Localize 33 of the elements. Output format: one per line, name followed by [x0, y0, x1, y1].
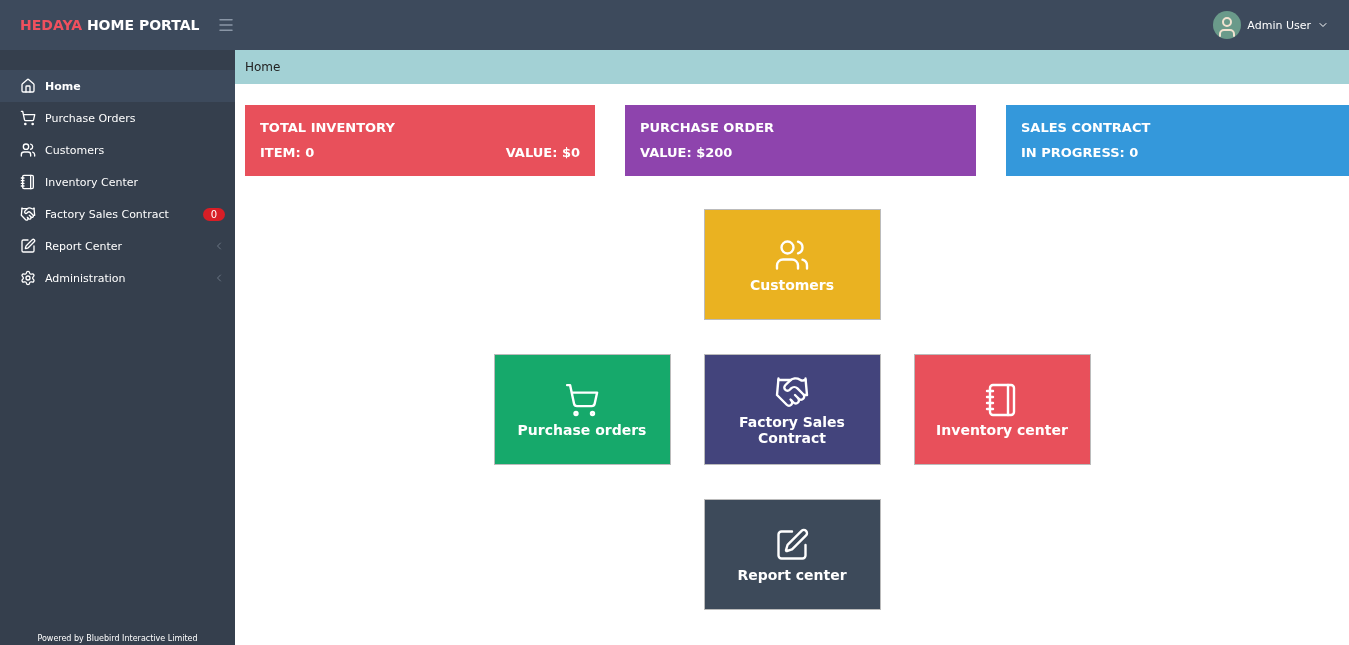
settings-icon — [20, 270, 36, 286]
stat-title: SALES CONTRACT — [1021, 120, 1152, 135]
nav-tile[interactable]: Inventory center — [913, 354, 1091, 465]
sidebar-item[interactable]: Customers — [0, 134, 235, 166]
stat-value: IN PROGRESS: 0 — [1021, 145, 1139, 160]
avatar-icon — [1213, 11, 1242, 39]
stat-title: TOTAL INVENTORY — [260, 120, 396, 135]
cart-icon — [564, 381, 600, 418]
users-icon — [20, 142, 36, 158]
stat-value: VALUE: $0 — [505, 145, 580, 160]
stat-value: VALUE: $200 — [640, 145, 733, 160]
stat-title: PURCHASE ORDER — [640, 120, 776, 135]
sidebar-item[interactable]: Inventory Center — [0, 166, 235, 198]
nav-tile[interactable]: Factory Sales Contract — [703, 354, 881, 465]
handshake-icon — [20, 206, 36, 222]
cart-icon — [20, 110, 36, 126]
sidebar-item[interactable]: Home — [0, 70, 235, 102]
sidebar-item[interactable]: Purchase Orders — [0, 102, 235, 134]
notebook-icon — [20, 174, 36, 190]
edit-icon — [20, 238, 36, 254]
count-badge: 0 — [202, 207, 225, 221]
menu-icon[interactable] — [217, 16, 236, 34]
sidebar-item[interactable]: Administration — [0, 262, 235, 294]
footer-text: Powered by Bluebird Interactive Limited — [36, 634, 199, 645]
sidebar-item[interactable]: Report Center — [0, 230, 235, 262]
nav-tile[interactable]: Report center — [703, 499, 881, 610]
edit-icon — [774, 526, 810, 563]
stat-value: ITEM: 0 — [260, 145, 315, 160]
sidebar-item[interactable]: Factory Sales Contract 0 — [0, 198, 235, 230]
user-menu[interactable]: Admin User — [1207, 10, 1335, 40]
brand-logo: HEDAYA HOME PORTAL — [20, 17, 200, 33]
home-icon — [20, 78, 36, 94]
breadcrumb: Home — [245, 60, 281, 74]
